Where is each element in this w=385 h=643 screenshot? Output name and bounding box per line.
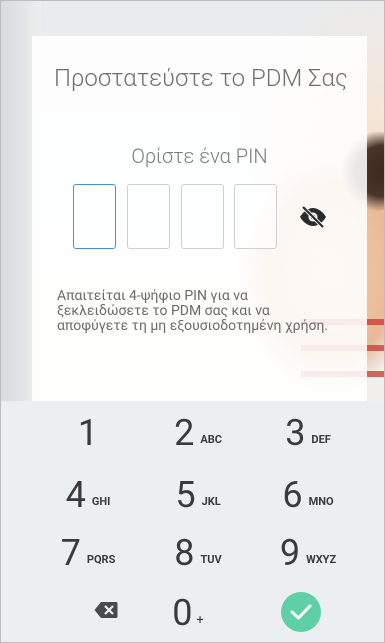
key-0[interactable]: 0 + bbox=[133, 584, 243, 642]
pin-info-text: Απαιτείται 4-ψήφιο PIN για να ξεκλειδώσε… bbox=[57, 288, 329, 334]
key-plus: + bbox=[196, 612, 204, 628]
key-number: 8 bbox=[174, 532, 195, 574]
key-number: 0 bbox=[172, 592, 193, 634]
pin-subtitle: Ορίστε ένα PIN bbox=[131, 144, 268, 168]
key-6[interactable]: 6 MNO bbox=[253, 466, 363, 524]
key-letters: PQRS bbox=[86, 552, 116, 566]
pin-digit-3[interactable] bbox=[181, 184, 224, 249]
hide-pin-icon[interactable] bbox=[298, 205, 328, 229]
confirm-button[interactable] bbox=[281, 592, 321, 632]
key-number: 2 bbox=[174, 412, 195, 454]
pin-digit-4[interactable] bbox=[234, 184, 277, 249]
key-7[interactable]: 7 PQRS bbox=[33, 524, 143, 582]
key-3[interactable]: 3 DEF bbox=[253, 404, 363, 462]
check-icon bbox=[290, 604, 312, 620]
screen: Προστατεύστε το PDM Σας Ορίστε ένα PIN Α… bbox=[0, 0, 385, 643]
key-letters: DEF bbox=[311, 432, 331, 446]
pin-digit-1[interactable] bbox=[73, 184, 116, 249]
key-number: 6 bbox=[282, 474, 303, 516]
key-5[interactable]: 5 JKL bbox=[143, 466, 253, 524]
pin-digit-2[interactable] bbox=[127, 184, 170, 249]
key-number: 3 bbox=[285, 412, 306, 454]
key-9[interactable]: 9 WXYZ bbox=[253, 524, 363, 582]
key-number: 4 bbox=[65, 474, 86, 516]
key-letters: TUV bbox=[200, 552, 222, 566]
key-number: 9 bbox=[279, 532, 301, 574]
key-4[interactable]: 4 GHI bbox=[33, 466, 143, 524]
key-2[interactable]: 2 ABC bbox=[143, 404, 253, 462]
key-8[interactable]: 8 TUV bbox=[143, 524, 253, 582]
key-number: 1 bbox=[77, 412, 99, 454]
key-1[interactable]: 1 bbox=[33, 404, 143, 462]
key-number: 5 bbox=[175, 474, 196, 516]
backspace-icon[interactable] bbox=[94, 601, 118, 619]
page-title: Προστατεύστε το PDM Σας bbox=[54, 64, 348, 92]
key-letters: ABC bbox=[200, 432, 222, 446]
key-letters: JKL bbox=[201, 494, 221, 508]
key-letters: GHI bbox=[91, 494, 111, 508]
key-number: 7 bbox=[60, 532, 81, 574]
key-letters: MNO bbox=[308, 494, 334, 508]
key-letters: WXYZ bbox=[306, 552, 337, 566]
